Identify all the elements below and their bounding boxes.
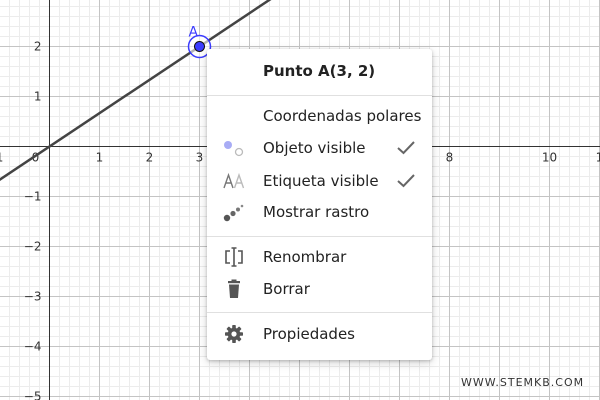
label-aa-icon — [223, 171, 245, 191]
watermark-text: WWW.STEMKB.COM — [461, 376, 585, 389]
y-tick-label: −3 — [24, 290, 42, 304]
menu-item-polar-coordinates[interactable]: Coordenadas polares — [207, 101, 432, 131]
menu-separator — [207, 236, 432, 237]
menu-title: Punto A(3, 2) — [263, 62, 376, 80]
y-tick-labels: 2 1 −1 −2 −3 −4 −5 — [24, 40, 42, 400]
menu-item-label: Renombrar — [263, 248, 347, 266]
menu-item-label: Propiedades — [263, 325, 355, 343]
menu-item-rename[interactable]: Renombrar — [207, 242, 432, 272]
menu-item-label: Borrar — [263, 280, 310, 298]
menu-item-label: Mostrar rastro — [263, 203, 370, 221]
menu-item-label: Objeto visible — [263, 139, 366, 157]
menu-item-label-visible[interactable]: Etiqueta visible — [207, 166, 432, 196]
rename-icon — [223, 247, 245, 267]
menu-item-properties[interactable]: Propiedades — [207, 319, 432, 349]
check-icon — [396, 139, 416, 157]
trash-icon — [223, 279, 245, 299]
visibility-icon — [223, 138, 245, 158]
menu-item-label: Coordenadas polares — [263, 107, 422, 125]
context-menu: Punto A(3, 2) Coordenadas polares Objeto… — [207, 49, 432, 360]
x-tick-label: 8 — [446, 151, 454, 165]
y-tick-label: 2 — [34, 40, 42, 54]
menu-item-label: Etiqueta visible — [263, 172, 379, 190]
y-tick-label: −1 — [24, 190, 42, 204]
check-icon — [396, 172, 416, 190]
point-a-dot[interactable] — [194, 41, 205, 52]
menu-item-object-visible[interactable]: Objeto visible — [207, 133, 432, 163]
x-tick-label: 3 — [196, 151, 204, 165]
menu-separator — [207, 312, 432, 313]
gear-icon — [223, 324, 245, 344]
point-a-label[interactable]: A — [189, 25, 199, 41]
menu-item-show-trace[interactable]: Mostrar rastro — [207, 197, 432, 227]
trace-icon — [223, 202, 245, 222]
y-tick-label: 1 — [34, 90, 42, 104]
y-tick-label: −2 — [24, 240, 42, 254]
x-tick-label: 1 — [596, 151, 600, 165]
y-tick-label: −4 — [24, 340, 42, 354]
menu-item-delete[interactable]: Borrar — [207, 274, 432, 304]
x-tick-label: 1 — [0, 151, 3, 165]
x-tick-label: 10 — [542, 151, 557, 165]
x-tick-label: 1 — [96, 151, 104, 165]
menu-separator — [207, 95, 432, 96]
y-tick-label: −5 — [24, 390, 42, 400]
x-tick-label: 2 — [146, 151, 154, 165]
